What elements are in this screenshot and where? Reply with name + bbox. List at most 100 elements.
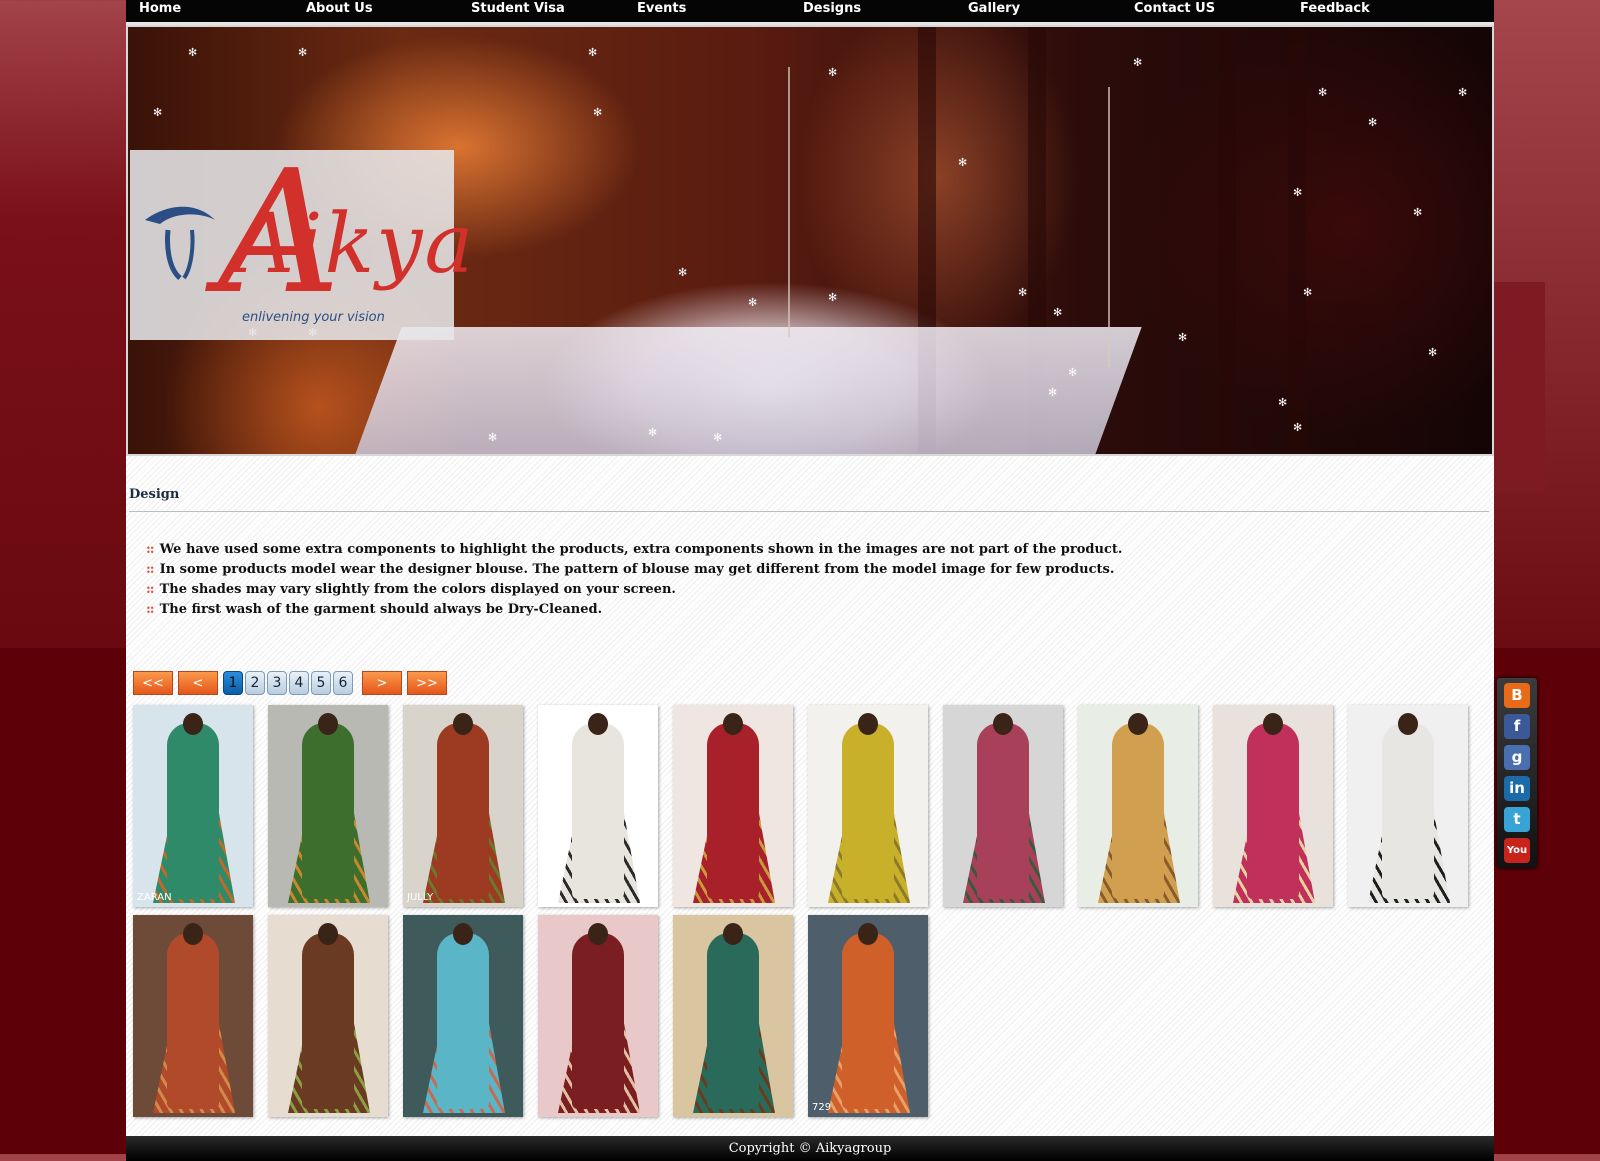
design-notes: :: We have used some extra components to … (146, 540, 1122, 620)
product-thumbnail[interactable] (538, 915, 658, 1117)
bullet-icon: :: (146, 562, 155, 577)
snowflake-icon: ✻ (153, 106, 163, 119)
snowflake-icon: ✻ (828, 291, 838, 304)
snowflake-icon: ✻ (1318, 86, 1328, 99)
page-button-2[interactable]: 2 (245, 671, 265, 695)
snowflake-icon: ✻ (593, 106, 603, 119)
product-thumbnail[interactable] (673, 705, 793, 907)
snowflake-icon: ✻ (1178, 331, 1188, 344)
page-button-6[interactable]: 6 (333, 671, 353, 695)
nav-events[interactable]: Events (637, 1, 686, 16)
list-item: :: The shades may vary slightly from the … (146, 580, 1122, 600)
snowflake-icon: ✻ (1278, 396, 1288, 409)
product-thumbnail[interactable]: ZARAN (133, 705, 253, 907)
last-page-button[interactable]: >> (407, 671, 447, 695)
model-head (1128, 713, 1148, 735)
product-thumbnail[interactable]: JULLY (403, 705, 523, 907)
model-head (453, 713, 473, 735)
model-head (183, 713, 203, 735)
nav-feedback[interactable]: Feedback (1300, 1, 1370, 16)
page-button-4[interactable]: 4 (289, 671, 309, 695)
linkedin-icon[interactable]: in (1504, 776, 1530, 801)
product-thumbnail[interactable] (268, 915, 388, 1117)
product-thumbnail[interactable] (1213, 705, 1333, 907)
product-thumbnail[interactable] (1078, 705, 1198, 907)
bullet-icon: :: (146, 602, 155, 617)
model-head (1263, 713, 1283, 735)
nav-contact-us[interactable]: Contact US (1134, 1, 1215, 16)
first-page-button[interactable]: << (133, 671, 173, 695)
snowflake-icon: ✻ (748, 296, 758, 309)
saree-figure (707, 933, 759, 1109)
page-button-3[interactable]: 3 (267, 671, 287, 695)
snowflake-icon: ✻ (488, 431, 498, 444)
model-head (1398, 713, 1418, 735)
youtube-icon[interactable]: You (1504, 838, 1530, 863)
snowflake-icon: ✻ (1368, 116, 1378, 129)
bird-logo-icon (145, 206, 215, 280)
product-thumbnail[interactable] (403, 915, 523, 1117)
saree-figure (1382, 723, 1434, 899)
banner-tree (1108, 87, 1110, 367)
snowflake-icon: ✻ (1413, 206, 1423, 219)
product-thumbnail[interactable] (943, 705, 1063, 907)
product-thumbnail[interactable]: 729 (808, 915, 928, 1117)
model-head (183, 923, 203, 945)
note-text: The shades may vary slightly from the co… (159, 582, 676, 597)
product-thumbnail[interactable] (673, 915, 793, 1117)
nav-gallery[interactable]: Gallery (968, 1, 1020, 16)
saree-figure (572, 723, 624, 899)
model-head (588, 923, 608, 945)
google-icon[interactable]: g (1504, 745, 1530, 770)
model-head (858, 923, 878, 945)
saree-figure (572, 933, 624, 1109)
nav-designs[interactable]: Designs (803, 1, 861, 16)
saree-figure (842, 723, 894, 899)
page-button-1[interactable]: 1 (223, 671, 243, 695)
nav-about-us[interactable]: About Us (306, 1, 373, 16)
facebook-icon[interactable]: f (1504, 714, 1530, 739)
model-head (318, 713, 338, 735)
page-title: Design (129, 487, 180, 502)
snowflake-icon: ✻ (1293, 186, 1303, 199)
model-head (993, 713, 1013, 735)
saree-figure (437, 723, 489, 899)
snowflake-icon: ✻ (1133, 56, 1143, 69)
snowflake-icon: ✻ (713, 431, 723, 444)
snowflake-icon: ✻ (958, 156, 968, 169)
product-thumbnail[interactable] (538, 705, 658, 907)
product-thumbnail[interactable] (808, 705, 928, 907)
model-head (858, 713, 878, 735)
product-thumbnail[interactable] (268, 705, 388, 907)
model-head (453, 923, 473, 945)
bullet-icon: :: (146, 542, 155, 557)
note-text: The first wash of the garment should alw… (159, 602, 603, 617)
main-content: Design :: We have used some extra compone… (126, 456, 1494, 1136)
snowflake-icon: ✻ (1293, 421, 1303, 434)
divider (129, 511, 1489, 512)
page-button-5[interactable]: 5 (311, 671, 331, 695)
product-thumbnail[interactable] (133, 915, 253, 1117)
twitter-icon[interactable]: t (1504, 807, 1530, 832)
logo-tagline: enlivening your vision (242, 310, 385, 325)
product-thumbnail[interactable] (1348, 705, 1468, 907)
next-page-button[interactable]: > (362, 671, 402, 695)
snowflake-icon: ✻ (1018, 286, 1028, 299)
blogger-icon[interactable]: B (1504, 683, 1530, 708)
banner-stage (354, 327, 1142, 454)
model-head (588, 713, 608, 735)
nav-home[interactable]: Home (139, 1, 181, 16)
nav-student-visa[interactable]: Student Visa (471, 1, 565, 16)
note-text: In some products model wear the designer… (159, 562, 1115, 577)
snowflake-icon: ✻ (588, 46, 598, 59)
saree-figure (1112, 723, 1164, 899)
background-shade (1493, 282, 1545, 492)
prev-page-button[interactable]: < (178, 671, 218, 695)
list-item: :: We have used some extra components to … (146, 540, 1122, 560)
snowflake-icon: ✻ (678, 266, 688, 279)
site-logo[interactable]: A Aikya enlivening your vision (130, 148, 473, 340)
saree-figure (302, 723, 354, 899)
snowflake-icon: ✻ (188, 46, 198, 59)
logo-brand: Aikya (235, 197, 476, 292)
page-container: Home About Us Student Visa Events Design… (126, 0, 1494, 1161)
